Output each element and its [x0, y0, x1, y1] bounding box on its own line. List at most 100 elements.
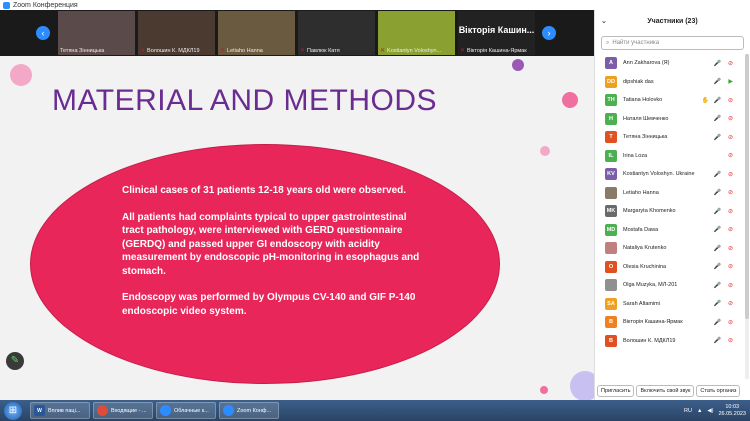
zoom-app-icon: [3, 1, 10, 9]
thumbnail-name: Тетяна Зінницька: [60, 48, 105, 54]
participant-row[interactable]: В Вікторія Кашина-Ярмак 🎤 ⊘: [595, 313, 745, 332]
video-thumbnail[interactable]: ✕ Волошин К. МДКЛ19: [138, 11, 215, 55]
network-icon[interactable]: ▲: [697, 408, 702, 414]
annotate-pencil-icon[interactable]: ✎: [6, 352, 24, 370]
taskbar-item-chrome[interactable]: Входящие - ...: [93, 402, 153, 419]
video-thumbnail[interactable]: Тетяна Зінницька: [58, 11, 135, 55]
mic-muted-icon: ✕: [380, 48, 386, 54]
participant-name: Letiaho Hanna: [623, 189, 659, 196]
participant-row[interactable]: Т Тетяна Зінницька 🎤 ⊘: [595, 128, 745, 147]
clock[interactable]: 10:03 26.05.2023: [718, 404, 746, 418]
unmute-self-button[interactable]: Включить свой звук: [636, 385, 695, 397]
mic-muted-icon: ✕: [140, 48, 146, 54]
avatar: В: [605, 316, 617, 329]
participant-name: Ann Zakharova (Я): [623, 60, 670, 67]
language-indicator[interactable]: RU: [684, 408, 692, 414]
participant-row[interactable]: Letiaho Hanna 🎤 ⊘: [595, 184, 745, 203]
participant-row[interactable]: Н Наталя Шевченко 🎤 ⊘: [595, 110, 745, 129]
mic-muted-icon: 🎤: [713, 319, 721, 326]
mic-muted-icon: 🎤: [713, 60, 721, 67]
thumbnail-name: Павлюк Катя: [307, 47, 340, 54]
windows-taskbar: ⊞ W Вплив паці... Входящие - ... Облачны…: [0, 400, 750, 421]
participant-row[interactable]: Olga Muzyka, МЛ-201 🎤 ⊘: [595, 276, 745, 295]
decor-dot: [570, 371, 594, 400]
taskbar-item-word[interactable]: W Вплив паці...: [30, 402, 90, 419]
avatar: O: [605, 260, 617, 273]
mic-muted-icon: ✕: [460, 48, 466, 54]
zoom-icon: [223, 405, 234, 416]
chrome-icon: [97, 405, 108, 416]
participant-name: Sarah Altamimi: [623, 300, 660, 307]
participant-row[interactable]: O Olesia Kruchinina 🎤 ⊘: [595, 258, 745, 277]
video-off-icon: ⊘: [727, 264, 733, 271]
taskbar-item-label: Zoom Конф...: [237, 407, 271, 414]
slide-paragraph: Endoscopy was performed by Olympus CV-14…: [122, 292, 416, 317]
mic-muted-icon: ✕: [220, 48, 226, 54]
avatar: [605, 186, 617, 199]
video-thumbnail[interactable]: ✕ Павлюк Катя: [298, 11, 375, 55]
decor-dot: [512, 59, 524, 71]
meeting-main-area: ‹ Тетяна Зінницька ✕ Волошин К. МДКЛ19 ✕ L…: [0, 10, 594, 400]
participants-panel: ⌄ Участники (23) ⌕ Найти участника A Ann …: [594, 10, 750, 400]
windows-start-icon[interactable]: ⊞: [4, 401, 22, 420]
participant-name: Волошин К. МДКЛ19: [623, 337, 676, 344]
mic-muted-icon: 🎤: [713, 264, 721, 271]
participant-row[interactable]: A Ann Zakharova (Я) 🎤 ⊘: [595, 54, 745, 73]
participant-name: Тетяна Зінницька: [623, 134, 668, 141]
participant-name: dipshiak das: [623, 78, 654, 85]
mic-on-icon: 🎤: [713, 79, 721, 86]
taskbar-item-label: Вплив паці...: [48, 407, 81, 414]
video-off-icon: ⊘: [727, 134, 733, 141]
participant-row[interactable]: SA Sarah Altamimi 🎤 ⊘: [595, 295, 745, 314]
thumbnails-prev-button[interactable]: ‹: [36, 26, 50, 40]
participants-list: A Ann Zakharova (Я) 🎤 ⊘ DD dipshiak das 🎤 ▶ ✋ TH T…: [595, 54, 745, 379]
taskbar-item-label: Облачные к...: [174, 407, 209, 414]
video-off-icon: ⊘: [727, 245, 733, 252]
participant-row[interactable]: MD Mostafa Dawa 🎤 ⊘: [595, 221, 745, 240]
participant-name: Наталя Шевченко: [623, 115, 669, 122]
chevron-down-icon[interactable]: ⌄: [601, 17, 607, 25]
mic-muted-icon: 🎤: [713, 171, 721, 178]
thumbnails-next-button[interactable]: ›: [542, 26, 556, 40]
clock-time: 10:03: [725, 403, 740, 410]
decor-dot: [540, 146, 550, 156]
participant-row[interactable]: В Волошин К. МДКЛ19 🎤 ⊘: [595, 332, 745, 351]
clock-date: 26.05.2023: [718, 410, 746, 417]
participant-row[interactable]: Nataliya Krutenko 🎤 ⊘: [595, 239, 745, 258]
avatar: A: [605, 57, 617, 70]
scrollbar-thumb[interactable]: [745, 54, 749, 319]
participant-row[interactable]: IL Irina Loza ⊘: [595, 147, 745, 166]
taskbar-item-zoom-meeting[interactable]: Zoom Конф...: [219, 402, 279, 419]
system-tray: RU ▲ ◀) 10:03 26.05.2023: [684, 402, 746, 419]
video-off-icon: ⊘: [727, 171, 733, 178]
slide-title: MATERIAL AND METHODS: [52, 84, 438, 117]
window-title: Zoom Конференция: [13, 1, 78, 9]
avatar: Т: [605, 131, 617, 144]
avatar: В: [605, 334, 617, 347]
avatar: [605, 279, 617, 292]
video-thumbnail[interactable]: Вікторія Кашин... ✕ Вікторія Кашина-Ярмак: [458, 11, 535, 55]
participant-row[interactable]: KV Kostiantyn Voloshyn. Ukraine 🎤 ⊘: [595, 165, 745, 184]
thumbnail-display-name: Вікторія Кашин...: [458, 25, 535, 35]
video-thumbnail[interactable]: ✕ Letiaho Hanna: [218, 11, 295, 55]
mic-muted-icon: 🎤: [713, 97, 721, 104]
taskbar-item-zoom-cloud[interactable]: Облачные к...: [156, 402, 216, 419]
participant-name: Kostiantyn Voloshyn. Ukraine: [623, 171, 695, 178]
participants-scrollbar[interactable]: [745, 54, 749, 379]
volume-icon[interactable]: ◀): [707, 408, 713, 414]
thumbnail-name: Волошин К. МДКЛ19: [147, 47, 200, 54]
become-host-button[interactable]: Стать организ: [696, 385, 741, 397]
slide-paragraph: All patients had complaints typical to u…: [122, 211, 420, 277]
invite-button[interactable]: Пригласить: [597, 385, 635, 397]
video-off-icon: ⊘: [727, 116, 733, 123]
participant-search-input[interactable]: ⌕ Найти участника: [601, 36, 744, 50]
participant-name: Olga Muzyka, МЛ-201: [623, 282, 678, 289]
participants-footer: Пригласить Включить свой звук Стать орга…: [595, 382, 750, 400]
participant-row[interactable]: MK Margaryta Khomenko 🎤 ⊘: [595, 202, 745, 221]
shared-screen-slide: MATERIAL AND METHODS Clinical cases of 3…: [0, 56, 594, 400]
video-thumbnail[interactable]: ✕ Kostiantyn Voloshyn...: [378, 11, 455, 55]
participant-row[interactable]: DD dipshiak das 🎤 ▶: [595, 73, 745, 92]
participant-name: Вікторія Кашина-Ярмак: [623, 319, 683, 326]
avatar: IL: [605, 149, 617, 162]
participant-row[interactable]: ✋ TH Tatiana Holovko 🎤 ⊘: [595, 91, 745, 110]
